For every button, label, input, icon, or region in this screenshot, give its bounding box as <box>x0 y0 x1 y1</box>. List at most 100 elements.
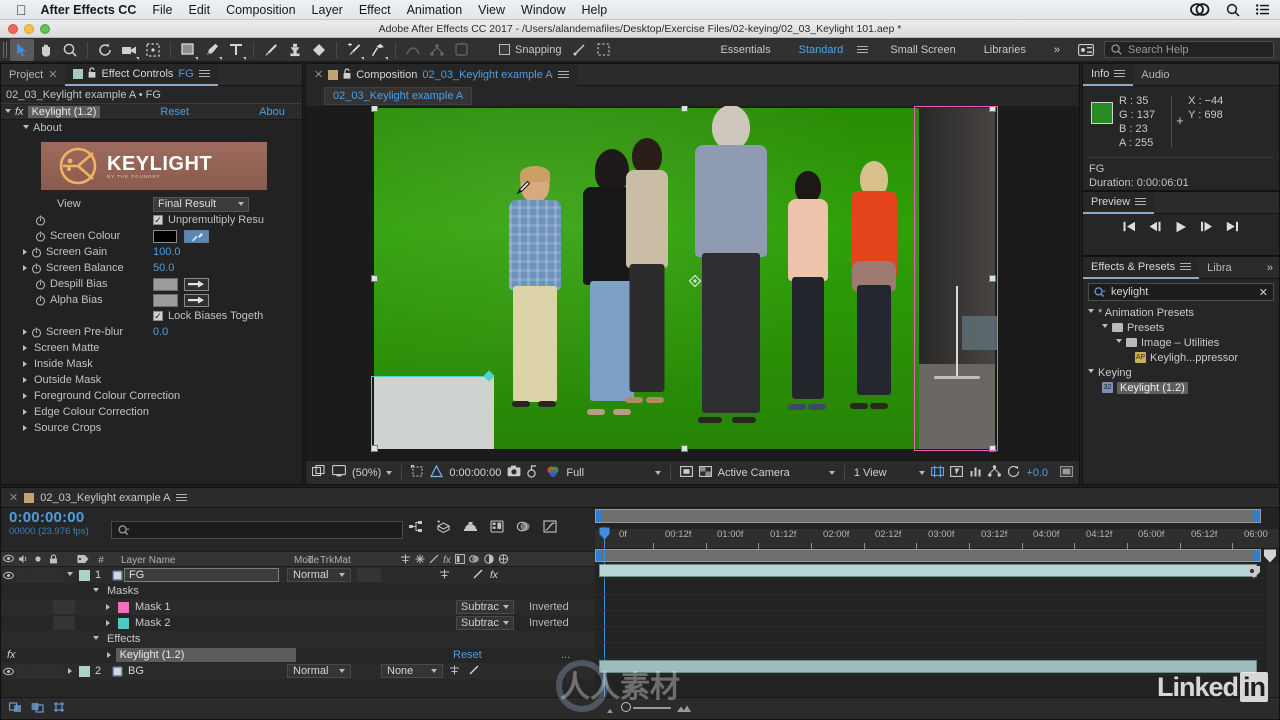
resize-grip-icon[interactable] <box>1060 465 1073 481</box>
chevron-down-icon[interactable] <box>5 109 11 116</box>
layer-solo-toggle[interactable] <box>32 664 46 678</box>
layer-visibility-toggle[interactable] <box>1 667 16 676</box>
menu-item-help[interactable]: Help <box>582 3 608 17</box>
view-dropdown[interactable]: Final Result <box>153 197 249 212</box>
chevron-right-icon[interactable] <box>23 393 27 399</box>
mask-expand-arrow[interactable] <box>101 620 115 626</box>
snapshot-icon[interactable] <box>507 465 521 480</box>
masks-expand-arrow[interactable] <box>89 588 103 595</box>
graph-editor-icon[interactable] <box>543 520 557 536</box>
property-screen-colour[interactable]: Screen Colour <box>1 228 302 244</box>
work-area-bar[interactable] <box>595 509 1261 523</box>
layer-t-cell[interactable] <box>357 568 381 582</box>
list-item[interactable]: Effects <box>1 631 595 647</box>
quality-icon[interactable] <box>415 554 425 567</box>
3d-layer-icon[interactable] <box>498 554 509 567</box>
panel-menu-icon[interactable] <box>176 492 187 503</box>
column-trkmat[interactable]: TrkMat <box>314 555 374 566</box>
timeline-search-input[interactable] <box>111 521 403 539</box>
solo-icon[interactable] <box>31 555 45 566</box>
snapping-checkbox[interactable] <box>499 44 510 55</box>
selection-handle[interactable] <box>681 445 688 452</box>
layer-expand-arrow[interactable] <box>63 572 77 579</box>
spotlight-search-icon[interactable] <box>1226 3 1240 17</box>
close-window-button[interactable] <box>8 24 18 34</box>
eraser-tool-icon[interactable] <box>307 39 331 61</box>
region-select-icon[interactable] <box>592 39 616 61</box>
composition-viewer[interactable] <box>306 106 1079 460</box>
play-icon[interactable] <box>1175 221 1187 236</box>
tree-item-presets[interactable]: Presets <box>1083 320 1279 335</box>
pen-tool-icon[interactable] <box>200 39 224 61</box>
workspace-overflow-button[interactable]: » <box>1040 44 1074 56</box>
close-icon[interactable]: ✕ <box>314 68 323 81</box>
layer-name-field[interactable]: FG <box>124 568 279 582</box>
layer-lock-toggle[interactable] <box>47 664 63 678</box>
list-item[interactable]: Mask 1 Subtrac Inverted <box>1 599 595 615</box>
collapse-transformations-icon[interactable] <box>400 554 411 567</box>
mask-color-swatch[interactable] <box>118 602 129 613</box>
group-inside-mask[interactable]: Inside Mask <box>1 356 302 372</box>
anchor-point-icon[interactable] <box>689 275 701 287</box>
workspace-standard[interactable]: Standard <box>785 44 858 56</box>
frame-blend-switch-icon[interactable] <box>455 554 465 567</box>
screen-colour-swatch[interactable] <box>153 230 177 243</box>
layer-solo-toggle[interactable] <box>32 568 46 582</box>
selection-handle[interactable] <box>681 106 688 112</box>
despill-bias-arrow-button[interactable] <box>184 278 209 291</box>
exposure-value[interactable]: +0.0 <box>1026 467 1048 479</box>
tab-effects-presets[interactable]: Effects & Presets <box>1083 257 1199 279</box>
chevron-down-icon[interactable] <box>1102 324 1108 331</box>
stopwatch-icon[interactable] <box>31 327 42 338</box>
property-screen-gain[interactable]: Screen Gain 100.0 <box>1 244 302 260</box>
panel-menu-icon[interactable] <box>1114 68 1125 79</box>
panel-menu-icon[interactable] <box>1180 261 1191 272</box>
close-icon[interactable]: ✕ <box>9 491 18 504</box>
mask-lock-cell[interactable] <box>53 616 75 630</box>
workspace-libraries[interactable]: Libraries <box>970 44 1040 56</box>
chevron-down-icon[interactable] <box>23 125 29 132</box>
layer-bar-handle-icon[interactable] <box>1247 565 1261 582</box>
resolution-dropdown[interactable]: Full <box>566 467 660 479</box>
tab-preview[interactable]: Preview <box>1083 192 1154 214</box>
mask-inverted-label[interactable]: Inverted <box>529 601 569 613</box>
list-item[interactable]: fx Keylight (1.2) Reset ... <box>1 647 595 663</box>
group-outside-mask[interactable]: Outside Mask <box>1 372 302 388</box>
tab-composition[interactable]: ✕ Composition 02_03_Keylight example A <box>306 64 577 86</box>
toggle-switches-modes-icon[interactable] <box>9 701 23 716</box>
screen-gain-value[interactable]: 100.0 <box>153 246 181 258</box>
tab-audio[interactable]: Audio <box>1133 64 1177 86</box>
property-screen-pre-blur[interactable]: Screen Pre-blur 0.0 <box>1 324 302 340</box>
effect-more-button[interactable]: ... <box>561 649 570 661</box>
chevron-right-icon[interactable] <box>23 377 27 383</box>
selection-handle[interactable] <box>371 106 378 112</box>
stopwatch-icon[interactable] <box>31 263 42 274</box>
always-preview-icon[interactable] <box>312 465 326 480</box>
comp-flowchart-icon[interactable] <box>988 465 1001 480</box>
mask-visibility-icon[interactable] <box>680 465 693 481</box>
puppet-pin-tool-icon[interactable] <box>366 39 390 61</box>
lock-icon[interactable] <box>343 68 351 82</box>
property-view[interactable]: View Final Result <box>1 196 302 212</box>
tab-libraries[interactable]: Libra <box>1199 257 1239 279</box>
layer-name[interactable]: BG <box>124 665 279 677</box>
work-area-duration-bar[interactable] <box>595 549 1261 562</box>
layer-label-color[interactable] <box>79 666 90 677</box>
mask-2-path[interactable] <box>371 376 489 452</box>
next-frame-icon[interactable] <box>1200 221 1213 235</box>
timeline-vertical-scrollbar[interactable] <box>1267 563 1279 697</box>
breadcrumb-comp-chip[interactable]: 02_03_Keylight example A <box>324 87 472 105</box>
alpha-bias-arrow-button[interactable] <box>184 294 209 307</box>
lock-biases-checkbox[interactable]: ✓ <box>153 311 163 321</box>
chevron-right-icon[interactable] <box>23 265 27 271</box>
mask-1-path[interactable] <box>914 106 998 451</box>
group-foreground-colour-correction[interactable]: Foreground Colour Correction <box>1 388 302 404</box>
about-group-row[interactable]: About <box>1 120 302 136</box>
effect-name[interactable]: Keylight (1.2) <box>28 106 101 118</box>
snapping-magnet-icon[interactable] <box>568 39 592 61</box>
timeline-graph-icon[interactable] <box>969 465 982 481</box>
region-of-interest-icon[interactable] <box>411 465 424 481</box>
reset-button[interactable]: Reset <box>160 106 189 118</box>
selection-handle[interactable] <box>371 275 378 282</box>
tree-item-image-utilities[interactable]: Image – Utilities <box>1083 335 1279 350</box>
